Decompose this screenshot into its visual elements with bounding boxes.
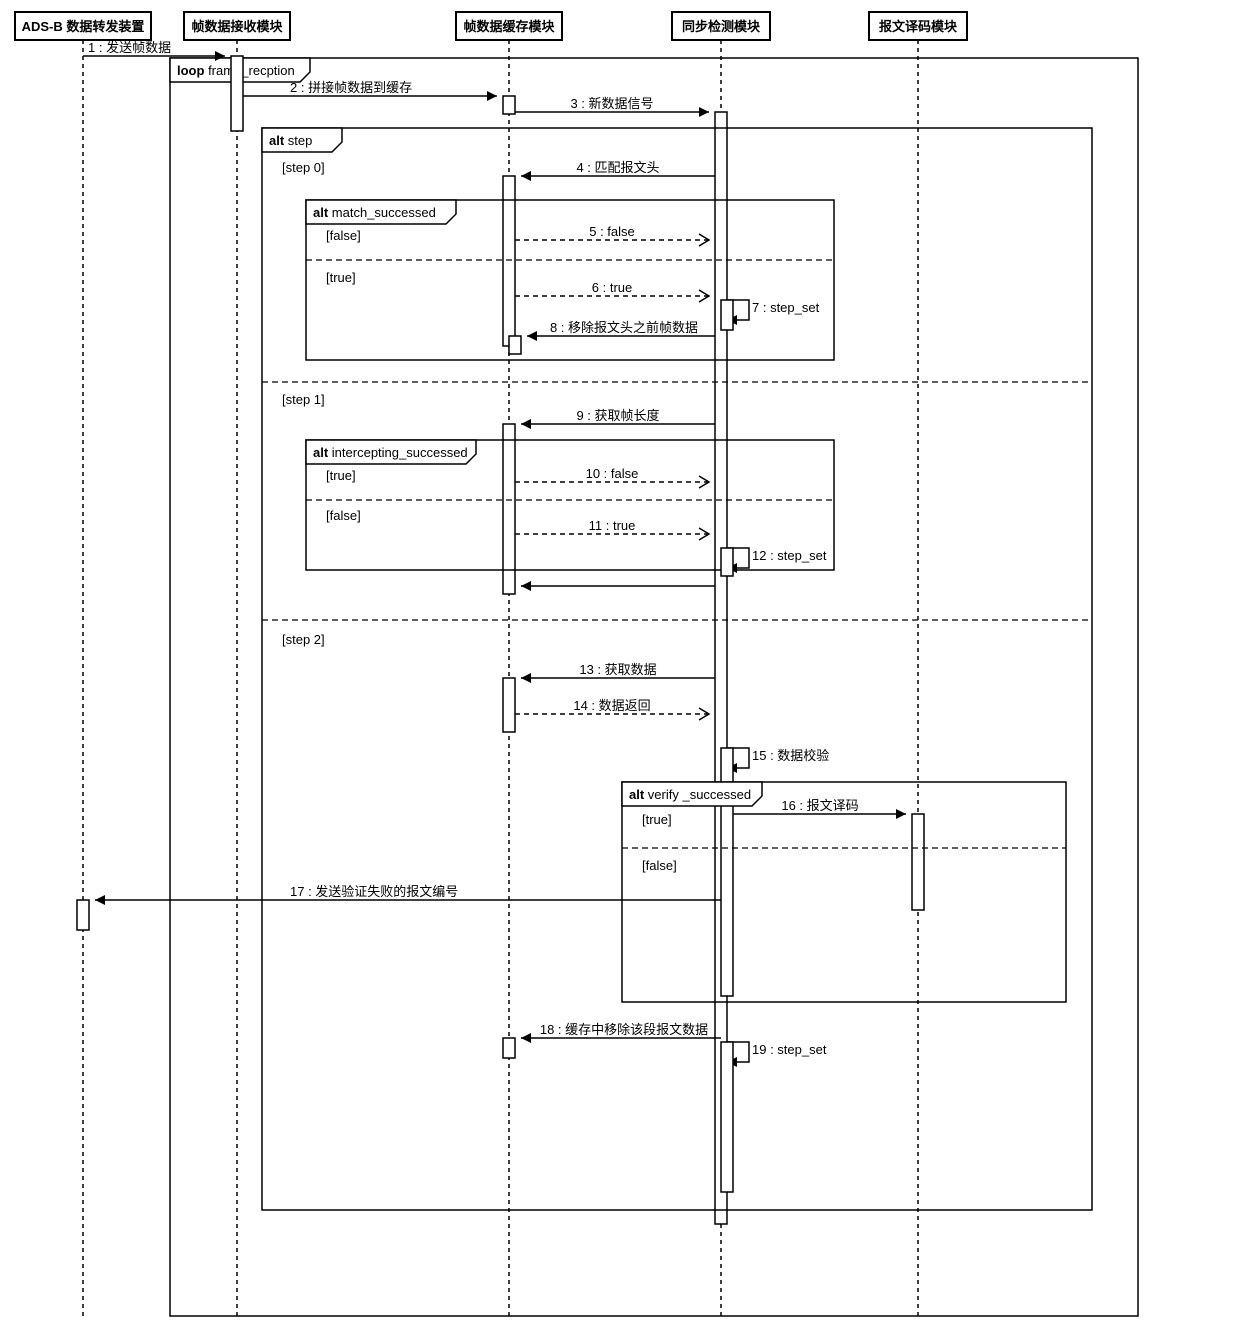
msg-14: 14 : 数据返回 <box>515 698 709 720</box>
msg-label: 19 : step_set <box>752 1042 827 1057</box>
svg-text:alt intercepting_successed: alt intercepting_successed <box>313 445 468 460</box>
msg-label: 11 : true <box>589 518 636 533</box>
msg-11: 11 : true <box>515 518 709 540</box>
guard-match-true: [true] <box>326 270 356 285</box>
msg-label: 2 : 拼接帧数据到缓存 <box>290 80 412 95</box>
frame-kw: alt <box>313 445 329 460</box>
frame-altmatch-tag: alt match_successed <box>306 200 456 224</box>
msg-1: 1 : 发送帧数据 <box>83 40 243 131</box>
frame-name: intercepting_successed <box>332 445 468 460</box>
guard-inter-true: [true] <box>326 468 356 483</box>
msg-label: 9 : 获取帧长度 <box>576 408 659 423</box>
guard-verify-false: [false] <box>642 858 677 873</box>
frame-altverify-tag: alt verify _successed <box>622 782 762 806</box>
msg-4: 4 : 匹配报文头 <box>503 160 715 346</box>
frame-kw: alt <box>629 787 645 802</box>
frame-altintercept-tag: alt intercepting_successed <box>306 440 476 464</box>
msg-16: 16 : 报文译码 <box>733 798 924 910</box>
participant-p4: 同步检测模块 <box>672 12 770 40</box>
msg-label: 7 : step_set <box>752 300 820 315</box>
msg-label: 16 : 报文译码 <box>781 798 858 813</box>
msg-label: 5 : false <box>589 224 635 239</box>
msg-label: 15 : 数据校验 <box>752 748 829 763</box>
participant-label: 报文译码模块 <box>879 19 958 34</box>
msg-13: 13 : 获取数据 <box>503 662 715 732</box>
msg-8: 8 : 移除报文头之前帧数据 <box>509 320 715 354</box>
msg-label: 3 : 新数据信号 <box>570 96 653 111</box>
svg-text:alt step: alt step <box>269 133 312 148</box>
svg-text:alt match_successed: alt match_successed <box>313 205 436 220</box>
msg-7: 7 : step_set <box>721 300 820 330</box>
participant-label: 同步检测模块 <box>682 19 761 34</box>
guard-verify-true: [true] <box>642 812 672 827</box>
guard-inter-false: [false] <box>326 508 361 523</box>
msg-5: 5 : false <box>515 224 709 246</box>
msg-3: 3 : 新数据信号 <box>515 96 727 1224</box>
frame-name: frame_recption <box>208 63 295 78</box>
guard-step2: [step 2] <box>282 632 325 647</box>
frame-kw: alt <box>313 205 329 220</box>
msg-label: 18 : 缓存中移除该段报文数据 <box>540 1022 708 1037</box>
msg-label: 1 : 发送帧数据 <box>88 40 171 55</box>
frame-loop <box>170 58 1138 1316</box>
frame-altverify <box>622 782 1066 1002</box>
participant-p1: ADS-B 数据转发装置 <box>15 12 151 40</box>
msg-17: 17 : 发送验证失败的报文编号 <box>77 884 721 930</box>
participant-p3: 帧数据缓存模块 <box>456 12 562 40</box>
frame-altstep <box>262 128 1092 1210</box>
msg-2: 2 : 拼接帧数据到缓存 <box>243 80 515 114</box>
sequence-diagram: ADS-B 数据转发装置 帧数据接收模块 帧数据缓存模块 同步检测模块 报文译码… <box>0 0 1240 1339</box>
msg-label: 4 : 匹配报文头 <box>576 160 659 175</box>
guard-step0: [step 0] <box>282 160 325 175</box>
msg-19: 19 : step_set <box>721 1042 827 1192</box>
svg-text:alt verify _successed: alt verify _successed <box>629 787 751 802</box>
guard-match-false: [false] <box>326 228 361 243</box>
participant-p2: 帧数据接收模块 <box>184 12 290 40</box>
frame-kw: alt <box>269 133 285 148</box>
msg-9: 9 : 获取帧长度 <box>503 408 715 594</box>
frame-name: verify _successed <box>648 787 751 802</box>
frame-name: match_successed <box>332 205 436 220</box>
guard-step1: [step 1] <box>282 392 325 407</box>
msg-label: 14 : 数据返回 <box>573 698 650 713</box>
msg-label: 12 : step_set <box>752 548 827 563</box>
frame-name: step <box>288 133 313 148</box>
participant-label: 帧数据缓存模块 <box>463 19 555 34</box>
msg-label: 17 : 发送验证失败的报文编号 <box>290 884 458 899</box>
msg-label: 13 : 获取数据 <box>579 662 656 677</box>
msg-10: 10 : false <box>515 466 709 488</box>
msg-label: 10 : false <box>586 466 639 481</box>
frame-kw: loop <box>177 63 204 78</box>
msg-6: 6 : true <box>515 280 709 302</box>
participant-p5: 报文译码模块 <box>869 12 967 40</box>
frame-altstep-tag: alt step <box>262 128 342 152</box>
msg-label: 8 : 移除报文头之前帧数据 <box>550 320 698 335</box>
participant-label: 帧数据接收模块 <box>191 19 283 34</box>
msg-label: 6 : true <box>592 280 632 295</box>
msg-18: 18 : 缓存中移除该段报文数据 <box>503 1022 721 1058</box>
participant-label: ADS-B 数据转发装置 <box>22 19 145 34</box>
